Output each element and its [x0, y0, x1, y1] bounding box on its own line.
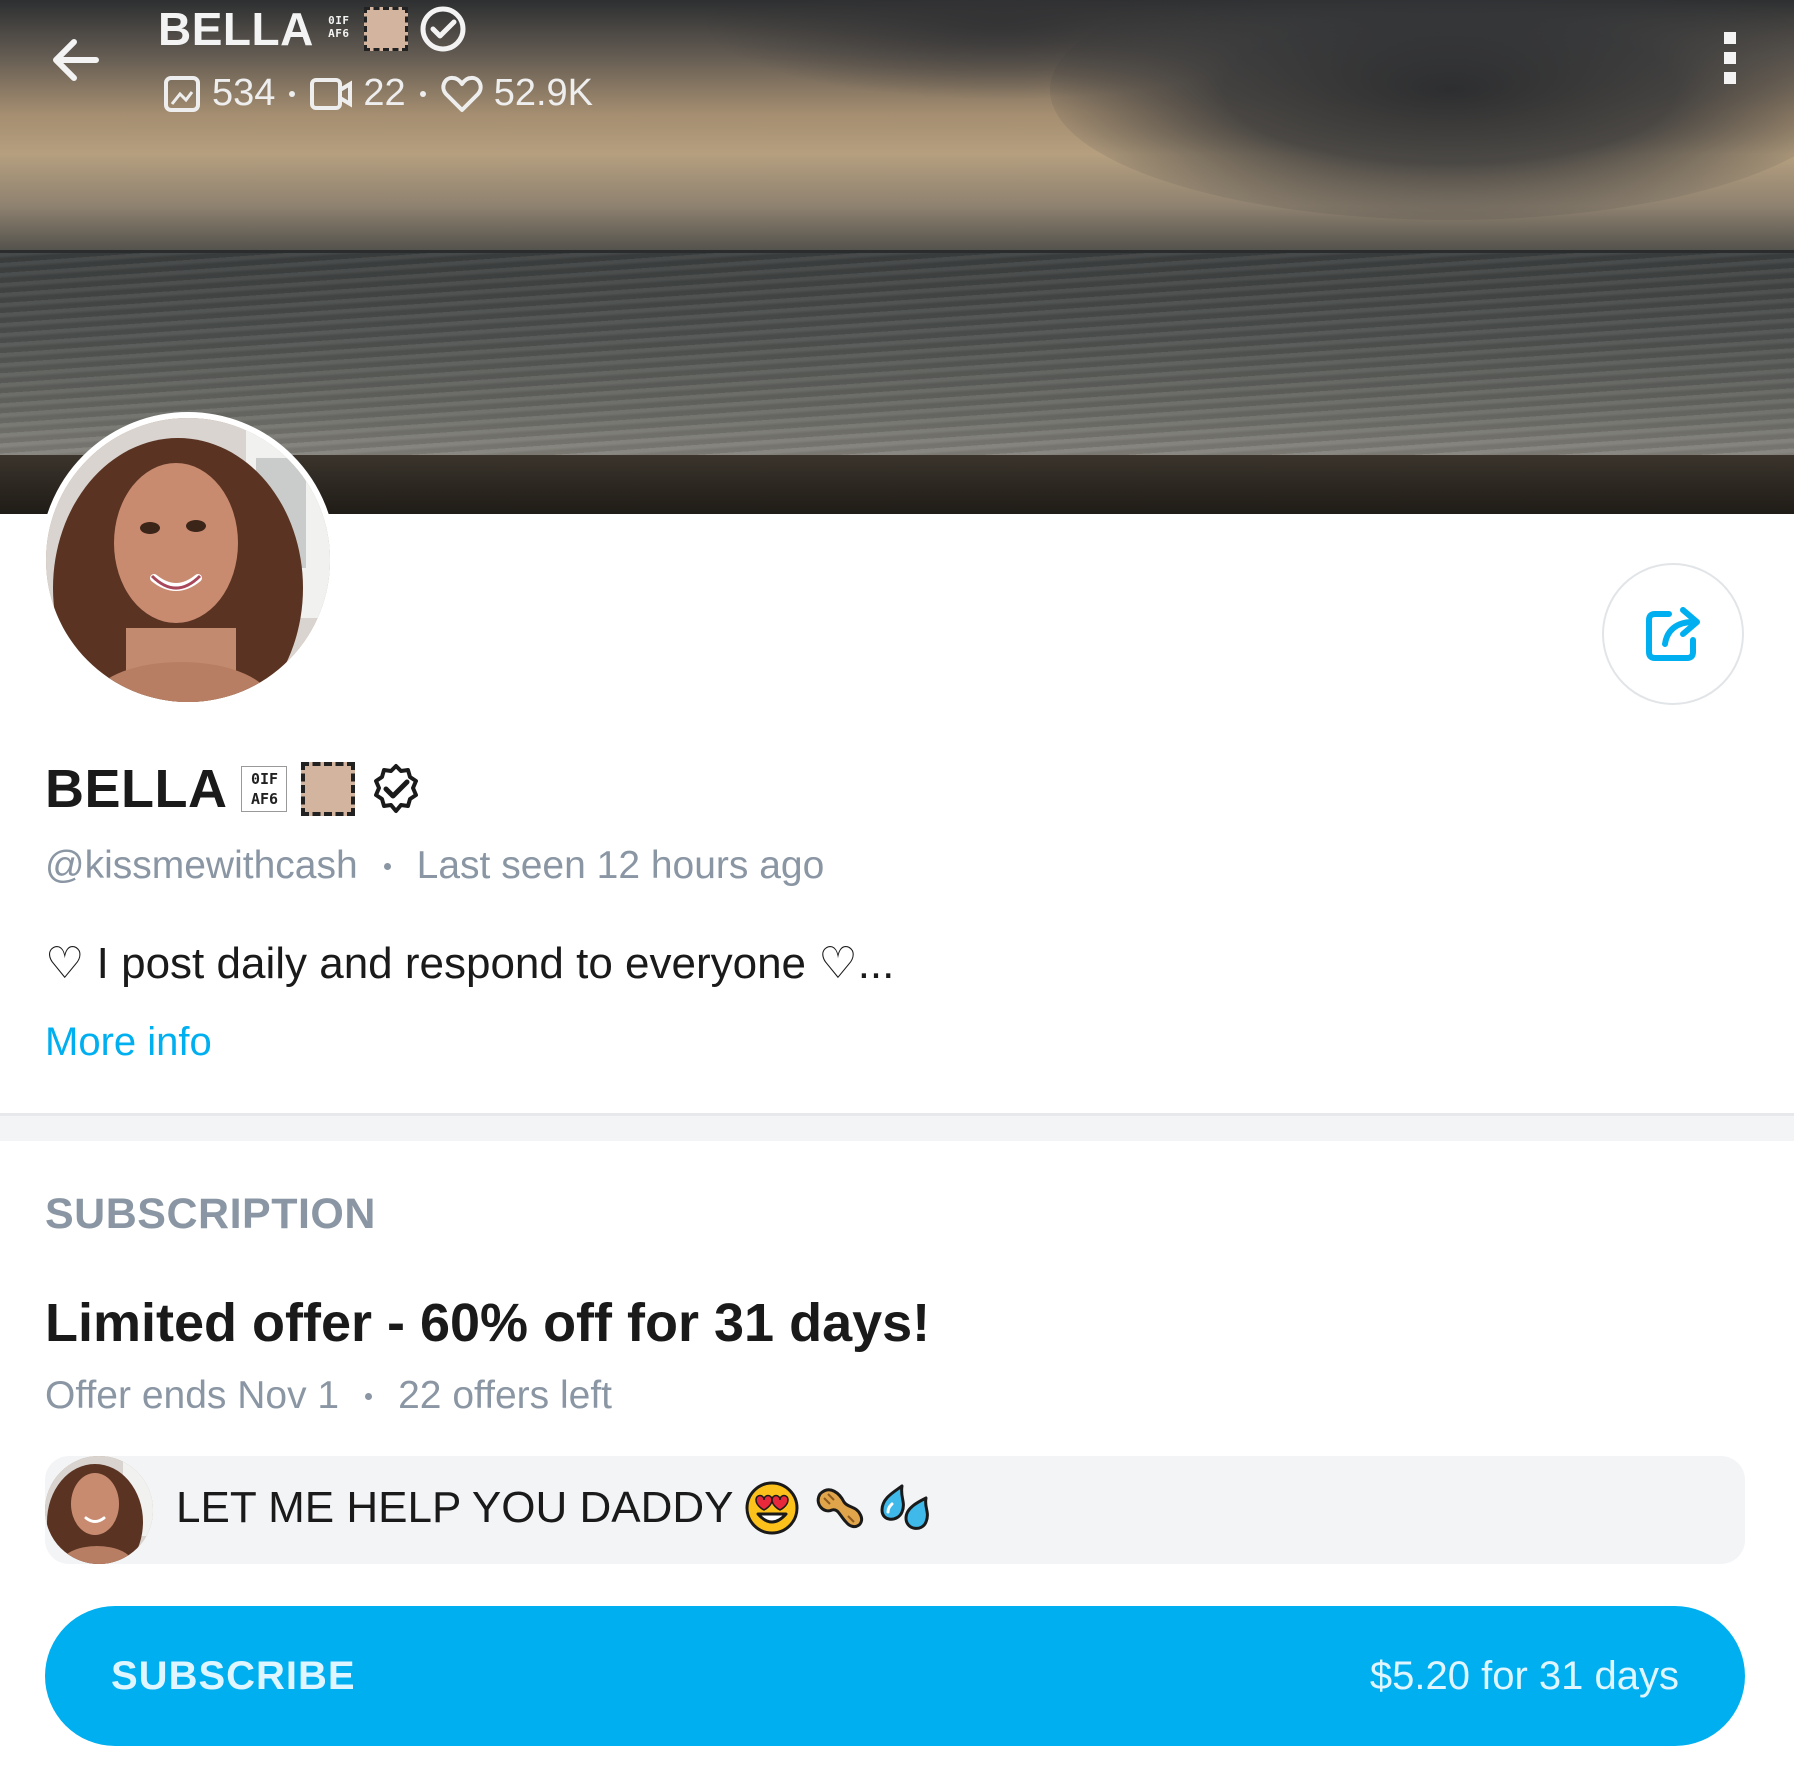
separator-dot	[289, 90, 296, 97]
arrow-left-icon	[53, 39, 99, 81]
separator-dot	[383, 862, 391, 870]
separator-dot	[365, 1392, 373, 1400]
offer-message-text: LET ME HELP YOU DADDY	[176, 1483, 734, 1532]
header-name: BELLA	[158, 3, 314, 55]
more-info-link[interactable]: More info	[45, 1020, 212, 1065]
cover-sea	[0, 253, 1794, 463]
header-title: BELLA 0IF AF6	[158, 2, 468, 56]
posts-count: 534	[212, 72, 276, 114]
separator-dot	[419, 90, 426, 97]
videos-count: 22	[363, 72, 406, 114]
verified-badge-icon	[374, 764, 419, 813]
vertical-dots-icon	[1724, 32, 1736, 84]
subscription-heading: SUBSCRIPTION	[45, 1190, 376, 1238]
video-icon	[310, 77, 353, 110]
sweat-droplets-emoji-icon	[880, 1484, 929, 1530]
stat-likes: 52.9K	[440, 72, 593, 115]
subscribe-button[interactable]: SUBSCRIBE $5.20 for 31 days	[45, 1606, 1745, 1746]
patch-icon	[363, 7, 408, 51]
offer-title: Limited offer - 60% off for 31 days!	[45, 1293, 931, 1353]
likes-count: 52.9K	[493, 72, 593, 114]
share-button[interactable]	[1602, 563, 1744, 705]
stat-videos: 22	[309, 72, 406, 115]
more-options-button[interactable]	[1710, 26, 1750, 90]
peanut-emoji-icon	[816, 1488, 863, 1528]
profile-page: BELLA 0IF AF6 534 22 52.9K BELLA 0IF AF6…	[0, 0, 1810, 1780]
last-seen-text: Last seen 12 hours ago	[416, 844, 825, 887]
verified-badge-icon	[420, 6, 466, 52]
profile-name-row: BELLA 0IF AF6	[45, 758, 423, 820]
heart-icon	[441, 75, 483, 112]
unknown-glyph-icon: 0IF AF6	[328, 14, 350, 40]
stat-posts: 534	[162, 72, 275, 115]
avatar-photo	[46, 418, 330, 702]
subscribe-label: SUBSCRIBE	[111, 1653, 356, 1698]
offer-meta: Offer ends Nov 1 22 offers left	[45, 1374, 612, 1418]
avatar[interactable]	[40, 412, 336, 708]
header-stats: 534 22 52.9K	[162, 72, 593, 115]
handle-row: @kissmewithcash Last seen 12 hours ago	[45, 844, 824, 888]
section-divider	[0, 1113, 1794, 1141]
unknown-glyph-icon: 0IF AF6	[241, 766, 288, 812]
offer-end-date: Offer ends Nov 1	[45, 1374, 340, 1417]
offer-message: LET ME HELP YOU DADDY	[176, 1480, 932, 1536]
profile-bio: ♡ I post daily and respond to everyone ♡…	[45, 939, 895, 988]
profile-name: BELLA	[45, 759, 228, 819]
profile-header-bar: BELLA 0IF AF6 534 22 52.9K	[0, 0, 1794, 114]
avatar-small	[45, 1456, 153, 1564]
offers-left: 22 offers left	[398, 1374, 613, 1417]
subscribe-price: $5.20 for 31 days	[1369, 1653, 1679, 1698]
avatar-photo	[45, 1456, 153, 1564]
image-icon	[164, 75, 200, 112]
username-handle: @kissmewithcash	[45, 844, 358, 887]
share-icon	[1646, 607, 1700, 661]
patch-icon	[301, 762, 356, 816]
heart-eyes-emoji-icon	[745, 1481, 799, 1535]
back-button[interactable]	[46, 30, 106, 90]
